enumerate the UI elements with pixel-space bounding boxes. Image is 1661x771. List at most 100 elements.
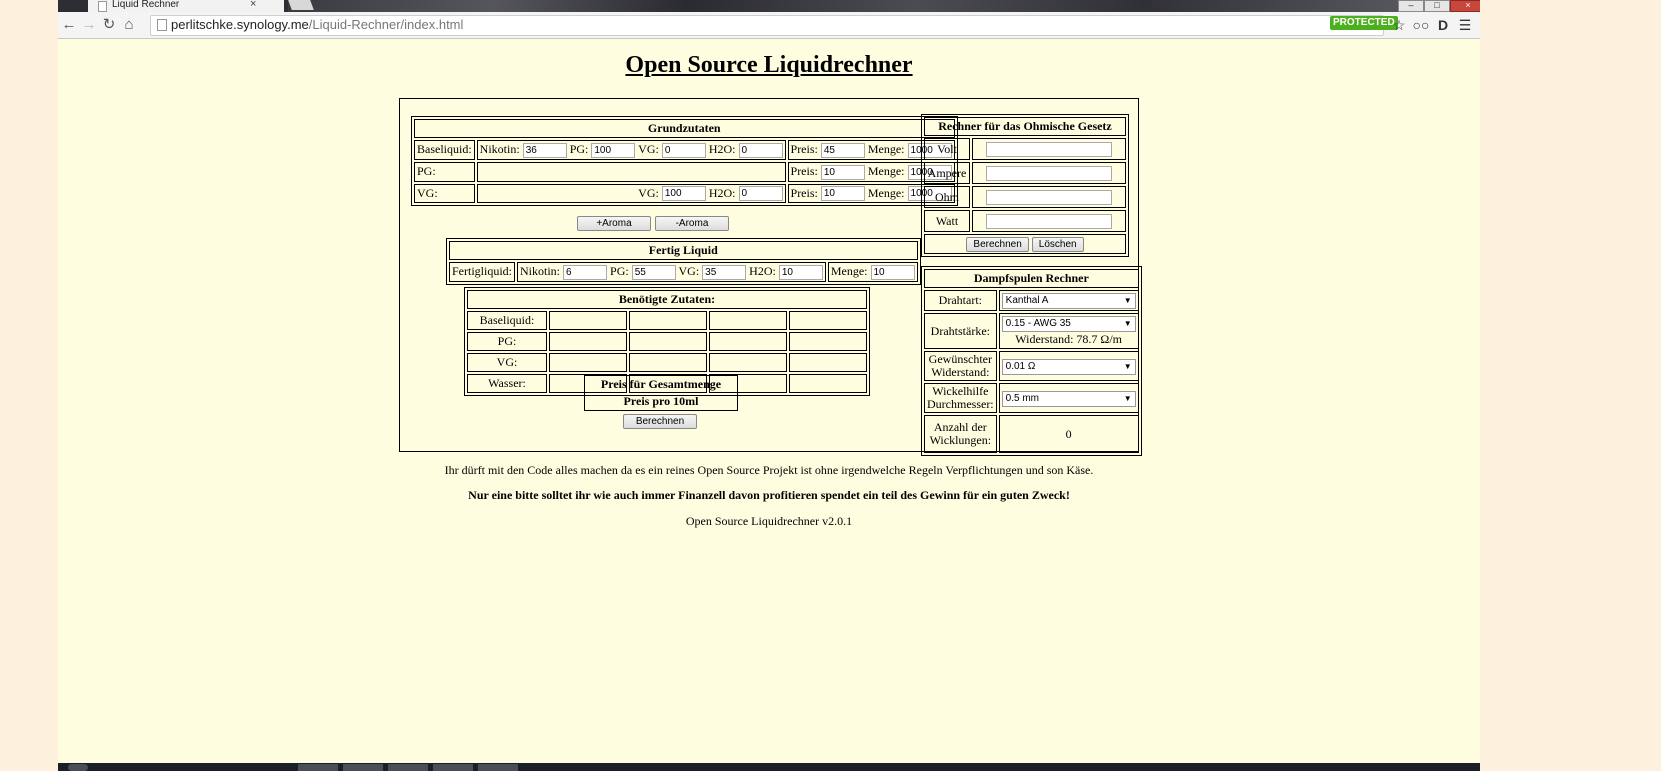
fertig-nikotin-input[interactable] <box>563 264 608 280</box>
taskbar-item[interactable] <box>433 764 473 771</box>
vg-preis-input[interactable] <box>820 186 865 202</box>
drahtstaerke-value: 0.15 - AWG 35 <box>1005 318 1071 329</box>
os-taskbar <box>58 763 1480 771</box>
ohm-calculator-table: Rechner für das Ohmische Gesetz Volt Amp… <box>921 114 1129 257</box>
base-preis-input[interactable] <box>820 142 865 158</box>
main-container: Grundzutaten Baseliquid: Nikotin: PG: VG… <box>399 98 1142 456</box>
preis-label: Preis: <box>790 185 818 200</box>
page-icon <box>98 1 107 12</box>
table-row: Drahtart: Kanthal A ▼ <box>924 290 1139 311</box>
maximize-button[interactable]: □ <box>1424 0 1450 12</box>
berechnen-button[interactable]: Berechnen <box>623 414 697 429</box>
result-cell <box>629 311 707 330</box>
tab-close-icon[interactable]: × <box>250 0 256 10</box>
drahtstaerke-select[interactable]: 0.15 - AWG 35 ▼ <box>1001 316 1136 332</box>
table-row: VG: VG: H2O: Preis: Menge: <box>414 183 955 204</box>
result-cell <box>789 311 867 330</box>
row-label: Wasser: <box>467 374 547 393</box>
ohm-berechnen-button[interactable]: Berechnen <box>966 237 1029 252</box>
ohm-input[interactable] <box>986 190 1112 205</box>
ampere-input[interactable] <box>986 166 1112 181</box>
taskbar-item[interactable] <box>478 764 518 771</box>
result-cell <box>789 374 867 393</box>
fertig-vg-input[interactable] <box>702 264 747 280</box>
pg-preis-input[interactable] <box>820 164 865 180</box>
incognito-glasses-icon[interactable]: ○○ <box>1412 16 1430 34</box>
result-cell <box>629 353 707 372</box>
widerstand-value: 0.01 Ω <box>1005 360 1036 372</box>
ohm-cell <box>972 186 1126 208</box>
result-cell <box>789 353 867 372</box>
drahtart-select[interactable]: Kanthal A ▼ <box>1001 293 1136 309</box>
fertig-liquid-table: Fertig Liquid Fertigliquid: Nikotin: PG:… <box>446 238 921 285</box>
ohm-heading: Rechner für das Ohmische Gesetz <box>924 117 1126 136</box>
url-path: /Liquid-Rechner/index.html <box>308 17 464 32</box>
bookmark-star-icon[interactable]: ☆ <box>1390 16 1408 34</box>
menge-label: Menge: <box>830 264 868 278</box>
row-label: PG: <box>467 332 547 351</box>
vgbase-vg-input[interactable] <box>661 186 706 202</box>
menu-icon[interactable]: ☰ <box>1456 16 1474 34</box>
footer-license-text: Ihr dürft mit den Code alles machen da e… <box>444 463 1094 477</box>
row-label: PG: <box>414 161 475 182</box>
tab-title: Liquid Rechner <box>112 0 180 10</box>
address-bar[interactable]: perlitschke.synology.me/Liquid-Rechner/i… <box>150 15 1384 36</box>
extension-icon[interactable]: D <box>1434 16 1452 34</box>
h2o-label: H2O: <box>708 185 736 200</box>
taskbar-item[interactable] <box>388 764 428 771</box>
widerstand-text: Widerstand: 78.7 Ω/m <box>1015 332 1123 346</box>
drahtstaerke-cell: 0.15 - AWG 35 ▼ Widerstand: 78.7 Ω/m <box>998 313 1139 349</box>
pg-label: PG: <box>610 264 629 278</box>
volt-input[interactable] <box>986 142 1112 157</box>
table-row: Wickelhilfe Durchmesser: 0.5 mm ▼ <box>924 383 1139 413</box>
base-vg-input[interactable] <box>661 142 706 158</box>
protected-badge[interactable]: PROTECTED <box>1330 16 1398 30</box>
volt-label: Volt <box>924 138 970 160</box>
fertig-pg-input[interactable] <box>631 264 676 280</box>
preis-gesamt-label: Preis für Gesamtmenge <box>600 377 722 391</box>
new-tab-button[interactable] <box>288 0 314 10</box>
fertig-values-cell: Nikotin: PG: VG: H2O: <box>517 262 826 282</box>
result-cell <box>709 311 787 330</box>
result-cell <box>789 332 867 351</box>
home-icon[interactable]: ⌂ <box>120 16 138 34</box>
back-icon[interactable]: ← <box>60 16 78 34</box>
widerstand-select[interactable]: 0.01 Ω ▼ <box>1001 358 1136 375</box>
start-button[interactable] <box>68 764 88 771</box>
table-row: Drahtstärke: 0.15 - AWG 35 ▼ Widerstand: 7… <box>924 313 1139 349</box>
wickelhilfe-select[interactable]: 0.5 mm ▼ <box>1001 390 1136 407</box>
minimize-button[interactable]: – <box>1398 0 1424 12</box>
close-window-button[interactable]: × <box>1450 0 1480 12</box>
forward-icon[interactable]: → <box>80 16 98 34</box>
base-h2o-input[interactable] <box>738 142 783 158</box>
fertig-h2o-input[interactable] <box>778 264 823 280</box>
ohm-loeschen-button[interactable]: Löschen <box>1031 237 1084 252</box>
remove-aroma-button[interactable]: -Aroma <box>655 216 729 231</box>
table-row: Baseliquid: Nikotin: PG: VG: H2O: Preis:… <box>414 140 955 160</box>
gewuenscht-label-line1: Gewünschter <box>928 352 992 366</box>
fertig-menge-input[interactable] <box>870 264 915 280</box>
result-cell <box>629 332 707 351</box>
taskbar-item[interactable] <box>298 764 338 771</box>
reload-icon[interactable]: ↻ <box>100 16 118 34</box>
row-label: Baseliquid: <box>414 140 475 160</box>
browser-tab[interactable]: Liquid Rechner × <box>88 0 284 12</box>
drahtart-label: Drahtart: <box>924 290 997 311</box>
wickel-label-line1: Wickelhilfe <box>932 384 989 398</box>
add-aroma-button[interactable]: +Aroma <box>577 216 651 231</box>
vgbase-h2o-input[interactable] <box>738 186 783 202</box>
benoetigte-heading: Benötigte Zutaten: <box>467 290 867 309</box>
ampere-cell <box>972 162 1126 184</box>
base-nikotin-input[interactable] <box>522 142 567 158</box>
anzahl-wicklungen-value: 0 <box>998 415 1139 453</box>
right-desktop-margin <box>1480 0 1661 771</box>
watt-input[interactable] <box>986 214 1112 229</box>
result-cell <box>549 311 627 330</box>
base-pg-input[interactable] <box>591 142 636 158</box>
grundzutaten-table: Grundzutaten Baseliquid: Nikotin: PG: VG… <box>411 116 958 207</box>
table-row: Watt <box>924 210 1126 232</box>
preis-pro10-label: Preis pro 10ml <box>623 394 699 408</box>
window-controls: – □ × <box>1380 0 1480 12</box>
taskbar-item[interactable] <box>343 764 383 771</box>
table-row: Anzahl der Wicklungen: 0 <box>924 415 1139 453</box>
